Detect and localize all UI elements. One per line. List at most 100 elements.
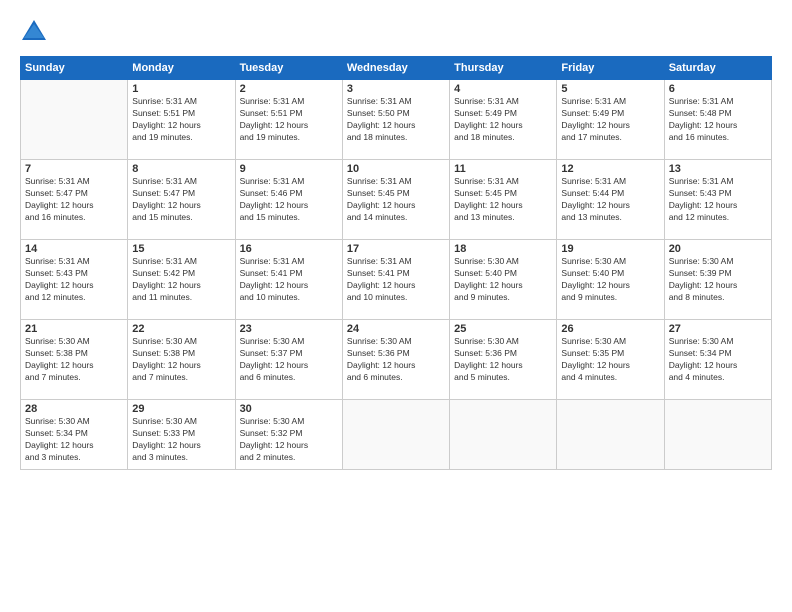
calendar-cell: 9Sunrise: 5:31 AM Sunset: 5:46 PM Daylig… — [235, 160, 342, 240]
day-info: Sunrise: 5:30 AM Sunset: 5:32 PM Dayligh… — [240, 416, 338, 464]
calendar-cell: 24Sunrise: 5:30 AM Sunset: 5:36 PM Dayli… — [342, 320, 449, 400]
day-info: Sunrise: 5:31 AM Sunset: 5:51 PM Dayligh… — [240, 96, 338, 144]
calendar-cell: 28Sunrise: 5:30 AM Sunset: 5:34 PM Dayli… — [21, 400, 128, 470]
calendar-cell: 19Sunrise: 5:30 AM Sunset: 5:40 PM Dayli… — [557, 240, 664, 320]
day-info: Sunrise: 5:30 AM Sunset: 5:40 PM Dayligh… — [561, 256, 659, 304]
weekday-header-saturday: Saturday — [664, 57, 771, 80]
day-number: 5 — [561, 83, 659, 95]
day-info: Sunrise: 5:31 AM Sunset: 5:46 PM Dayligh… — [240, 176, 338, 224]
day-info: Sunrise: 5:30 AM Sunset: 5:38 PM Dayligh… — [132, 336, 230, 384]
week-row-4: 21Sunrise: 5:30 AM Sunset: 5:38 PM Dayli… — [21, 320, 772, 400]
calendar-cell: 12Sunrise: 5:31 AM Sunset: 5:44 PM Dayli… — [557, 160, 664, 240]
calendar-cell: 5Sunrise: 5:31 AM Sunset: 5:49 PM Daylig… — [557, 80, 664, 160]
day-number: 19 — [561, 243, 659, 255]
day-number: 29 — [132, 403, 230, 415]
calendar-cell — [342, 400, 449, 470]
calendar-cell — [21, 80, 128, 160]
day-info: Sunrise: 5:31 AM Sunset: 5:49 PM Dayligh… — [561, 96, 659, 144]
calendar-cell: 30Sunrise: 5:30 AM Sunset: 5:32 PM Dayli… — [235, 400, 342, 470]
day-number: 24 — [347, 323, 445, 335]
day-info: Sunrise: 5:30 AM Sunset: 5:40 PM Dayligh… — [454, 256, 552, 304]
day-info: Sunrise: 5:31 AM Sunset: 5:50 PM Dayligh… — [347, 96, 445, 144]
calendar-cell: 18Sunrise: 5:30 AM Sunset: 5:40 PM Dayli… — [450, 240, 557, 320]
day-info: Sunrise: 5:30 AM Sunset: 5:36 PM Dayligh… — [454, 336, 552, 384]
day-info: Sunrise: 5:31 AM Sunset: 5:43 PM Dayligh… — [669, 176, 767, 224]
day-info: Sunrise: 5:31 AM Sunset: 5:47 PM Dayligh… — [25, 176, 123, 224]
day-number: 2 — [240, 83, 338, 95]
day-info: Sunrise: 5:31 AM Sunset: 5:45 PM Dayligh… — [454, 176, 552, 224]
day-number: 18 — [454, 243, 552, 255]
day-number: 4 — [454, 83, 552, 95]
calendar-cell: 4Sunrise: 5:31 AM Sunset: 5:49 PM Daylig… — [450, 80, 557, 160]
day-number: 17 — [347, 243, 445, 255]
day-info: Sunrise: 5:31 AM Sunset: 5:45 PM Dayligh… — [347, 176, 445, 224]
calendar-body: 1Sunrise: 5:31 AM Sunset: 5:51 PM Daylig… — [21, 80, 772, 470]
day-number: 8 — [132, 163, 230, 175]
calendar-cell — [450, 400, 557, 470]
calendar-cell: 16Sunrise: 5:31 AM Sunset: 5:41 PM Dayli… — [235, 240, 342, 320]
day-info: Sunrise: 5:31 AM Sunset: 5:49 PM Dayligh… — [454, 96, 552, 144]
calendar-cell: 17Sunrise: 5:31 AM Sunset: 5:41 PM Dayli… — [342, 240, 449, 320]
day-number: 15 — [132, 243, 230, 255]
day-info: Sunrise: 5:31 AM Sunset: 5:44 PM Dayligh… — [561, 176, 659, 224]
calendar-cell: 23Sunrise: 5:30 AM Sunset: 5:37 PM Dayli… — [235, 320, 342, 400]
page: SundayMondayTuesdayWednesdayThursdayFrid… — [0, 0, 792, 612]
calendar-cell: 2Sunrise: 5:31 AM Sunset: 5:51 PM Daylig… — [235, 80, 342, 160]
calendar-cell: 25Sunrise: 5:30 AM Sunset: 5:36 PM Dayli… — [450, 320, 557, 400]
day-number: 10 — [347, 163, 445, 175]
day-info: Sunrise: 5:30 AM Sunset: 5:35 PM Dayligh… — [561, 336, 659, 384]
day-number: 16 — [240, 243, 338, 255]
day-number: 7 — [25, 163, 123, 175]
day-number: 28 — [25, 403, 123, 415]
calendar-cell: 29Sunrise: 5:30 AM Sunset: 5:33 PM Dayli… — [128, 400, 235, 470]
calendar-cell: 11Sunrise: 5:31 AM Sunset: 5:45 PM Dayli… — [450, 160, 557, 240]
day-number: 3 — [347, 83, 445, 95]
day-info: Sunrise: 5:30 AM Sunset: 5:34 PM Dayligh… — [669, 336, 767, 384]
weekday-header-sunday: Sunday — [21, 57, 128, 80]
calendar-cell: 7Sunrise: 5:31 AM Sunset: 5:47 PM Daylig… — [21, 160, 128, 240]
calendar-cell: 6Sunrise: 5:31 AM Sunset: 5:48 PM Daylig… — [664, 80, 771, 160]
calendar-cell: 13Sunrise: 5:31 AM Sunset: 5:43 PM Dayli… — [664, 160, 771, 240]
day-info: Sunrise: 5:30 AM Sunset: 5:37 PM Dayligh… — [240, 336, 338, 384]
header — [20, 18, 772, 46]
day-number: 11 — [454, 163, 552, 175]
day-number: 27 — [669, 323, 767, 335]
day-info: Sunrise: 5:31 AM Sunset: 5:47 PM Dayligh… — [132, 176, 230, 224]
day-number: 25 — [454, 323, 552, 335]
logo-icon — [20, 18, 48, 46]
day-info: Sunrise: 5:30 AM Sunset: 5:33 PM Dayligh… — [132, 416, 230, 464]
calendar-cell: 1Sunrise: 5:31 AM Sunset: 5:51 PM Daylig… — [128, 80, 235, 160]
day-info: Sunrise: 5:31 AM Sunset: 5:41 PM Dayligh… — [347, 256, 445, 304]
day-info: Sunrise: 5:30 AM Sunset: 5:38 PM Dayligh… — [25, 336, 123, 384]
day-number: 21 — [25, 323, 123, 335]
weekday-header-row: SundayMondayTuesdayWednesdayThursdayFrid… — [21, 57, 772, 80]
calendar-cell: 8Sunrise: 5:31 AM Sunset: 5:47 PM Daylig… — [128, 160, 235, 240]
calendar-cell: 22Sunrise: 5:30 AM Sunset: 5:38 PM Dayli… — [128, 320, 235, 400]
calendar-cell: 27Sunrise: 5:30 AM Sunset: 5:34 PM Dayli… — [664, 320, 771, 400]
day-info: Sunrise: 5:30 AM Sunset: 5:34 PM Dayligh… — [25, 416, 123, 464]
weekday-header-friday: Friday — [557, 57, 664, 80]
week-row-2: 7Sunrise: 5:31 AM Sunset: 5:47 PM Daylig… — [21, 160, 772, 240]
calendar-cell: 3Sunrise: 5:31 AM Sunset: 5:50 PM Daylig… — [342, 80, 449, 160]
calendar-cell: 10Sunrise: 5:31 AM Sunset: 5:45 PM Dayli… — [342, 160, 449, 240]
calendar-cell: 20Sunrise: 5:30 AM Sunset: 5:39 PM Dayli… — [664, 240, 771, 320]
day-number: 26 — [561, 323, 659, 335]
day-number: 30 — [240, 403, 338, 415]
day-info: Sunrise: 5:30 AM Sunset: 5:36 PM Dayligh… — [347, 336, 445, 384]
week-row-1: 1Sunrise: 5:31 AM Sunset: 5:51 PM Daylig… — [21, 80, 772, 160]
day-number: 14 — [25, 243, 123, 255]
day-info: Sunrise: 5:31 AM Sunset: 5:43 PM Dayligh… — [25, 256, 123, 304]
calendar-cell: 15Sunrise: 5:31 AM Sunset: 5:42 PM Dayli… — [128, 240, 235, 320]
weekday-header-tuesday: Tuesday — [235, 57, 342, 80]
day-info: Sunrise: 5:31 AM Sunset: 5:41 PM Dayligh… — [240, 256, 338, 304]
day-number: 6 — [669, 83, 767, 95]
weekday-header-wednesday: Wednesday — [342, 57, 449, 80]
weekday-header-thursday: Thursday — [450, 57, 557, 80]
day-number: 20 — [669, 243, 767, 255]
day-info: Sunrise: 5:31 AM Sunset: 5:42 PM Dayligh… — [132, 256, 230, 304]
day-number: 9 — [240, 163, 338, 175]
day-number: 13 — [669, 163, 767, 175]
logo — [20, 18, 52, 46]
calendar-cell: 21Sunrise: 5:30 AM Sunset: 5:38 PM Dayli… — [21, 320, 128, 400]
calendar-cell: 14Sunrise: 5:31 AM Sunset: 5:43 PM Dayli… — [21, 240, 128, 320]
